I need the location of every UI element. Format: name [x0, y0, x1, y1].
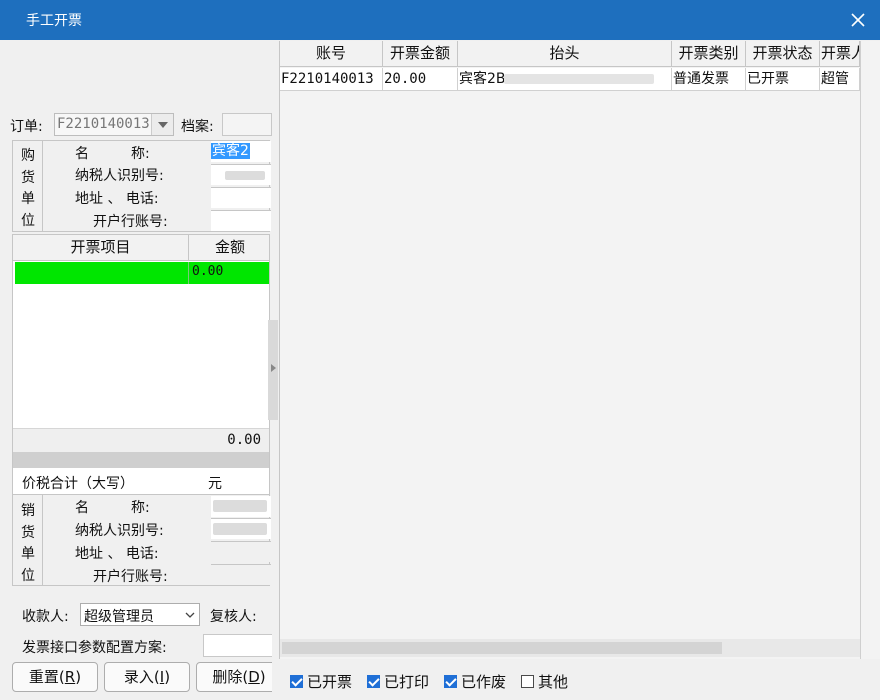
seller-vchar: 单 — [21, 546, 35, 562]
buyer-taxid-input[interactable] — [211, 164, 271, 185]
invoice-items-grid: 开票项目 金额 0.00 0.00 — [12, 234, 270, 496]
items-total-row: 0.00 — [13, 428, 269, 452]
filter-voided-checkbox[interactable]: 已作废 — [444, 671, 506, 691]
buyer-name-label: 名 称: — [75, 146, 150, 162]
filter-printed-checkbox[interactable]: 已打印 — [367, 671, 429, 691]
checkbox-checked-icon[interactable] — [367, 675, 380, 688]
buyer-taxid-label: 纳税人识别号: — [75, 168, 164, 184]
payee-value: 超级管理员 — [84, 609, 154, 625]
seller-address-input[interactable] — [211, 541, 271, 562]
order-value: F2210140013 — [57, 116, 150, 132]
title-bar: 手工开票 — [0, 0, 880, 40]
filter-bar: 已开票 已打印 已作废 其他 — [280, 659, 880, 700]
redacted-mark — [213, 500, 267, 512]
config-label: 发票接口参数配置方案: — [22, 640, 167, 656]
seller-address-label: 地址 、 电话: — [75, 546, 159, 562]
buyer-vertical-label: 购 货 单 位 — [13, 141, 43, 231]
seller-section: 销 货 单 位 名 称: 纳税人识别号: 地址 、 电话: 开户行账号: — [12, 494, 271, 586]
tax-total-label: 价税合计（大写） — [22, 476, 134, 492]
grid-hscrollbar[interactable] — [280, 639, 860, 657]
items-header: 开票项目 金额 — [13, 235, 269, 261]
cell-status[interactable]: 已开票 — [746, 68, 820, 91]
scroll-thumb[interactable] — [282, 642, 722, 654]
cell-amount[interactable]: 20.00 — [383, 68, 458, 91]
seller-taxid-input[interactable] — [211, 518, 271, 539]
archive-input[interactable] — [222, 113, 272, 136]
buyer-section: 购 货 单 位 名 称: 纳税人识别号: 地址 、 电话: 开户行账号: 宾客2 — [12, 140, 271, 232]
seller-vchar: 货 — [21, 525, 35, 541]
redacted-mark — [213, 523, 267, 535]
buyer-name-value: 宾客2 — [211, 143, 250, 159]
redacted-mark — [504, 74, 654, 84]
buyer-address-input[interactable] — [211, 187, 271, 208]
filter-issued-checkbox[interactable]: 已开票 — [290, 671, 352, 691]
filter-other-checkbox[interactable]: 其他 — [521, 671, 568, 691]
buyer-vchar: 位 — [21, 213, 35, 229]
buyer-vchar: 货 — [21, 170, 35, 186]
col-title[interactable]: 抬头 — [458, 41, 672, 67]
checkbox-checked-icon[interactable] — [290, 675, 303, 688]
cell-title[interactable]: 宾客2B — [458, 68, 672, 91]
reviewer-label: 复核人: — [210, 609, 257, 625]
payee-label: 收款人: — [22, 609, 69, 625]
buyer-vchar: 单 — [21, 191, 35, 207]
col-status[interactable]: 开票状态 — [746, 41, 820, 67]
col-amount[interactable]: 开票金额 — [383, 41, 458, 67]
redacted-mark — [225, 171, 265, 180]
order-combo[interactable]: F2210140013 — [54, 113, 174, 136]
items-total: 0.00 — [227, 432, 261, 448]
buyer-bank-input[interactable] — [211, 210, 271, 231]
enter-button[interactable]: 录入(I) — [104, 662, 190, 692]
delete-button[interactable]: 删除(D) — [196, 662, 272, 692]
table-row[interactable]: 0.00 — [15, 262, 269, 284]
seller-bank-label: 开户行账号: — [93, 569, 168, 585]
archive-label: 档案: — [181, 119, 214, 135]
left-panel: 订单: F2210140013 档案: 购 货 单 位 名 称: 纳税人识别号:… — [0, 40, 272, 700]
buyer-vchar: 购 — [21, 148, 35, 164]
seller-name-input[interactable] — [211, 496, 271, 517]
chevron-down-icon[interactable] — [185, 611, 195, 619]
item-amount[interactable]: 0.00 — [192, 264, 223, 279]
items-col-amount[interactable]: 金额 — [190, 235, 270, 260]
config-input[interactable] — [203, 634, 272, 657]
cell-issuer[interactable]: 超管 — [820, 68, 860, 91]
checkbox-unchecked-icon[interactable] — [521, 675, 534, 688]
seller-vertical-label: 销 货 单 位 — [13, 495, 43, 585]
buyer-address-label: 地址 、 电话: — [75, 191, 159, 207]
col-category[interactable]: 开票类别 — [672, 41, 746, 67]
col-account[interactable]: 账号 — [280, 41, 383, 67]
chevron-down-icon[interactable] — [151, 114, 173, 135]
window-title: 手工开票 — [26, 13, 82, 29]
order-label: 订单: — [10, 119, 43, 135]
grid-divider — [860, 41, 861, 659]
buyer-name-input[interactable]: 宾客2 — [211, 141, 271, 162]
reset-button[interactable]: 重置(R) — [12, 662, 98, 692]
cell-account[interactable]: F2210140013 — [280, 68, 383, 91]
seller-vchar: 销 — [21, 503, 35, 519]
cell-category[interactable]: 普通发票 — [672, 68, 746, 91]
invoice-list-grid: 账号 开票金额 抬头 开票类别 开票状态 开票人 F2210140013 20.… — [279, 41, 880, 659]
items-col-name[interactable]: 开票项目 — [13, 235, 189, 260]
tax-total-value: 元 — [208, 476, 222, 492]
seller-bank-input[interactable] — [211, 564, 271, 585]
seller-taxid-label: 纳税人识别号: — [75, 523, 164, 539]
col-issuer[interactable]: 开票人 — [820, 41, 860, 67]
seller-name-label: 名 称: — [75, 500, 150, 516]
seller-vchar: 位 — [21, 568, 35, 584]
buyer-bank-label: 开户行账号: — [93, 214, 168, 230]
items-hscrollbar[interactable] — [13, 452, 269, 468]
close-icon[interactable] — [848, 10, 868, 30]
payee-select[interactable]: 超级管理员 — [80, 603, 200, 626]
panel-splitter[interactable] — [268, 320, 278, 420]
checkbox-checked-icon[interactable] — [444, 675, 457, 688]
